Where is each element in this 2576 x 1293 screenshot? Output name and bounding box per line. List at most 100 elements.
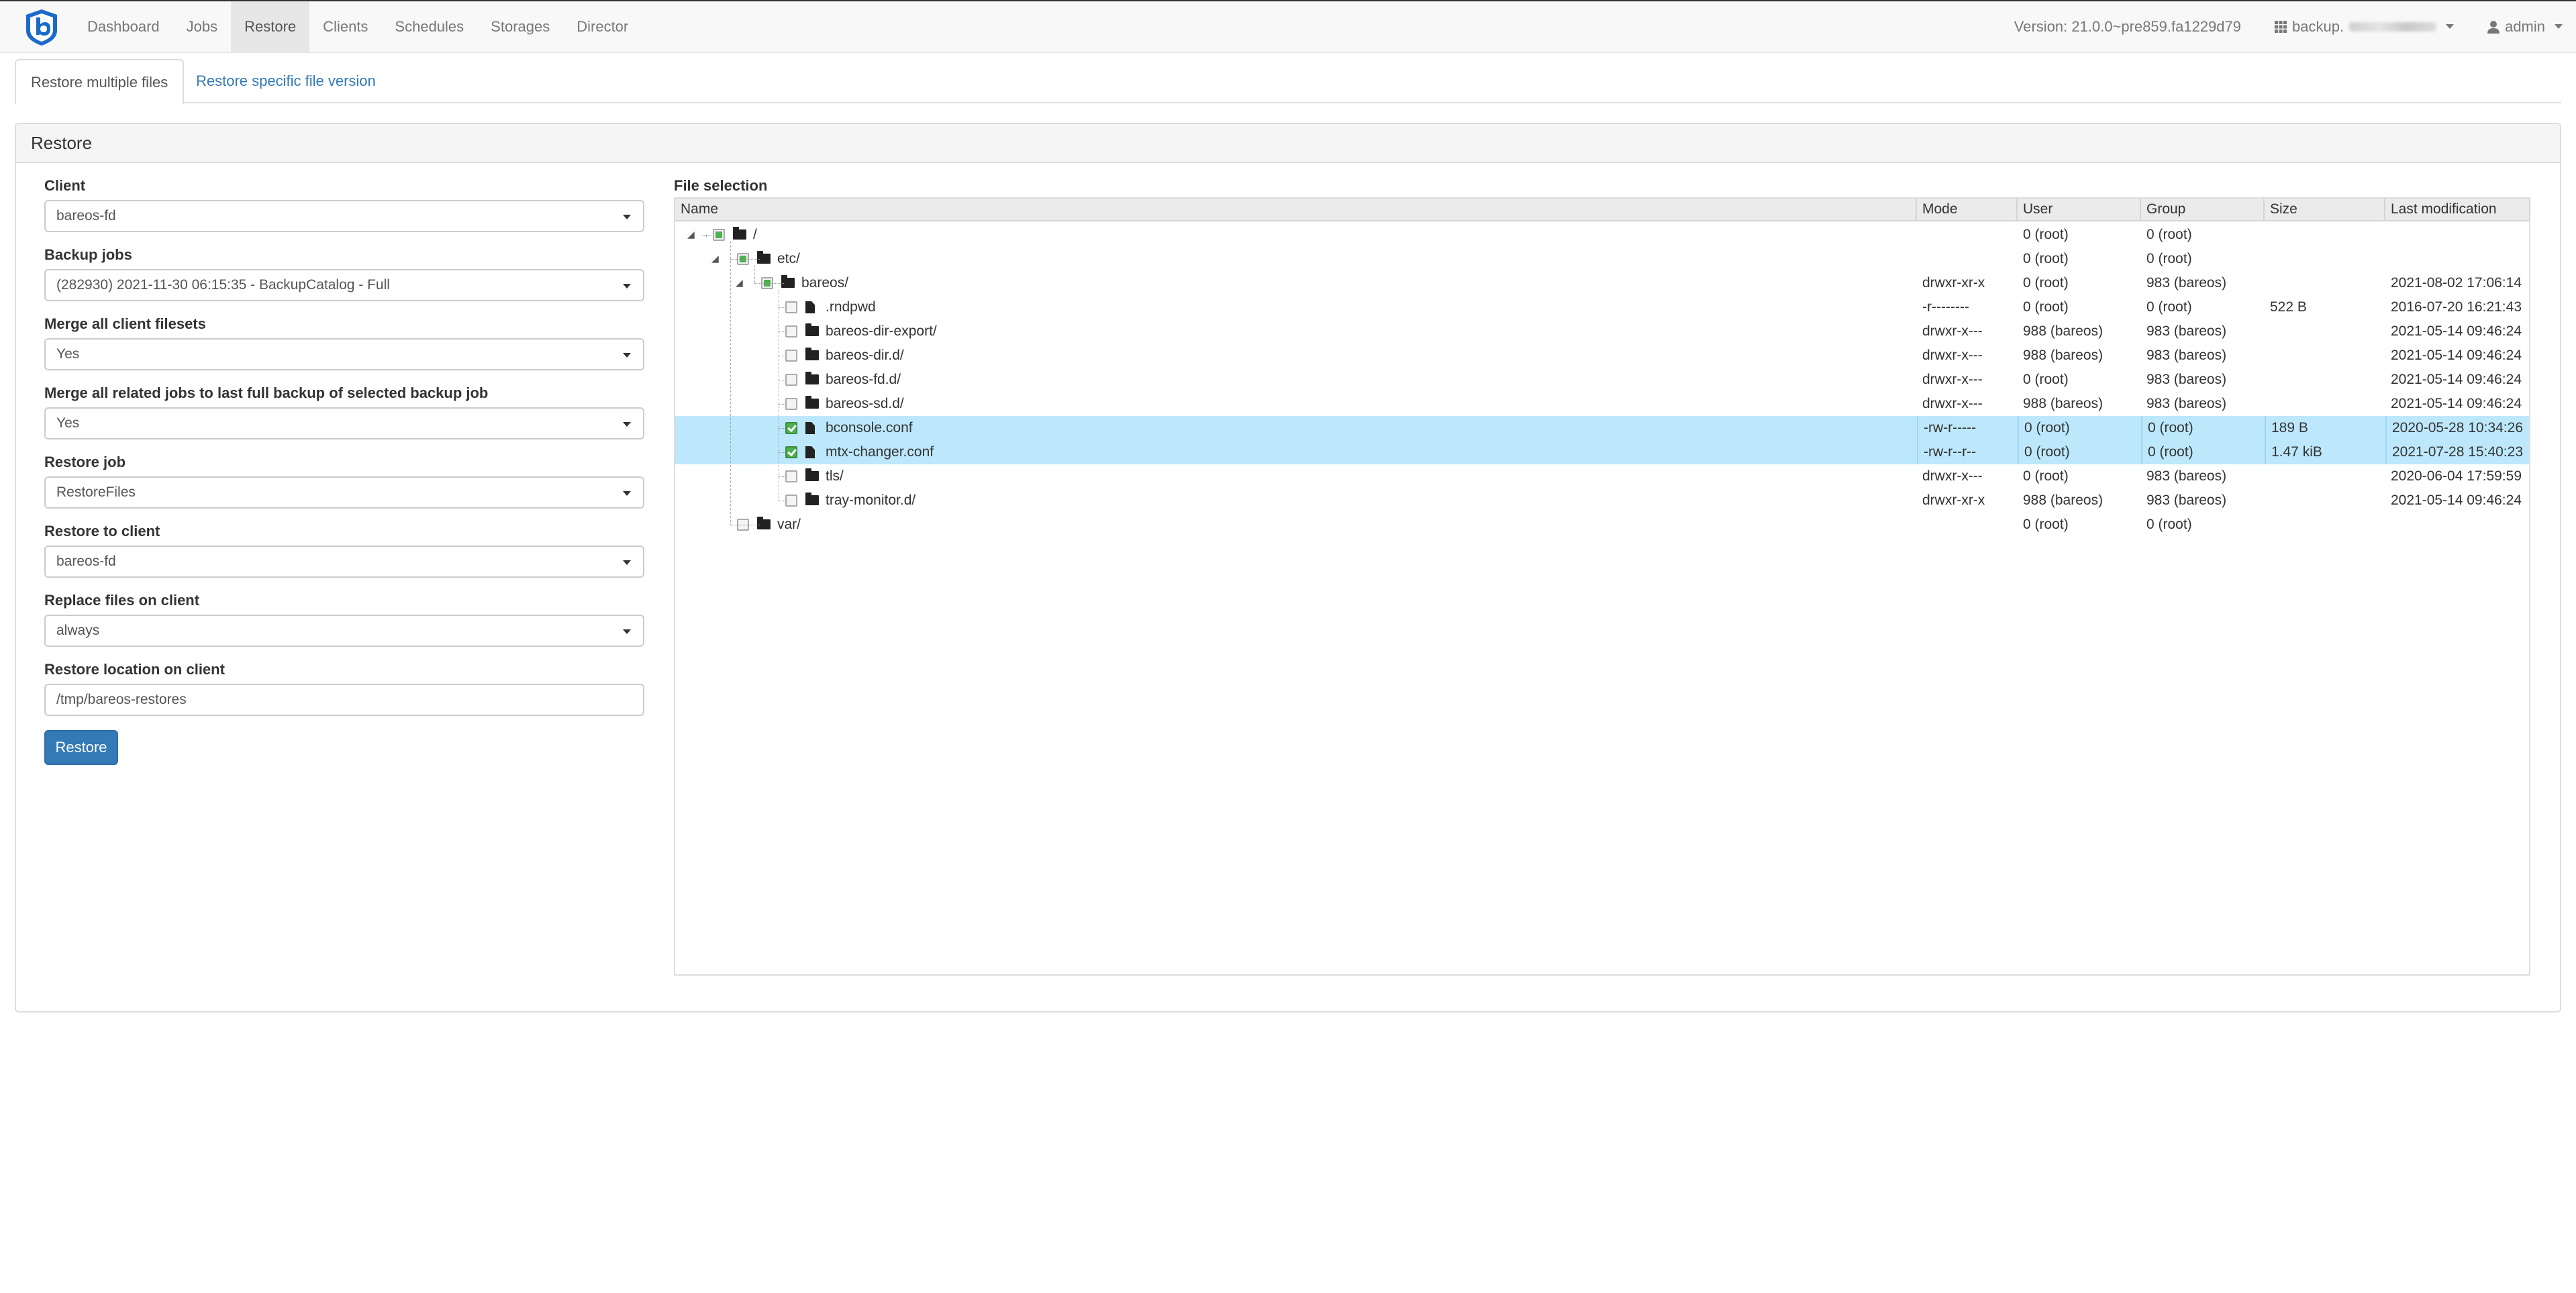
cell-user: 988 (bareos)	[2023, 396, 2103, 411]
tree-checkbox[interactable]	[713, 229, 725, 241]
director-dropdown[interactable]: backup.	[2275, 18, 2455, 36]
tree-row[interactable]: ◢ etc/0 (root) 0 (root)	[675, 247, 2529, 271]
tree-item-name[interactable]: bareos-dir-export/	[826, 319, 937, 344]
tree-item-name[interactable]: /	[753, 223, 757, 247]
column-header-size[interactable]: Size	[2265, 199, 2385, 220]
user-dropdown[interactable]: admin	[2487, 18, 2563, 36]
tree-item-name[interactable]: bareos-sd.d/	[826, 392, 904, 416]
tree-item-name[interactable]: bareos/	[801, 271, 848, 295]
tree-checkbox[interactable]	[785, 422, 797, 434]
replace-files-label: Replace files on client	[44, 592, 200, 609]
tree-checkbox[interactable]	[785, 470, 797, 482]
merge-jobs-label: Merge all related jobs to last full back…	[44, 384, 489, 401]
tree-row[interactable]: bconsole.conf -rw-r----- 0 (root) 0 (root) 1…	[675, 416, 2529, 440]
tree-checkbox[interactable]	[785, 325, 797, 338]
nav-director[interactable]: Director	[563, 1, 642, 52]
tree-row[interactable]: mtx-changer.conf -rw-r--r-- 0 (root) 0 (roo…	[675, 440, 2529, 464]
restore-job-value: RestoreFiles	[56, 484, 136, 500]
cell-size	[2265, 223, 2385, 247]
tree-toggle-icon[interactable]: ◢	[687, 229, 695, 239]
cell-mode: drwxr-x---	[1922, 396, 1983, 411]
tree-row[interactable]: bareos-dir-export/drwxr-x--- 988 (bareos)…	[675, 319, 2529, 344]
file-icon	[805, 301, 815, 313]
restore-job-select[interactable]: RestoreFiles	[44, 476, 644, 509]
tree-checkbox[interactable]	[785, 446, 797, 458]
cell-mtime: 2021-05-14 09:46:24	[2391, 396, 2522, 411]
tree-item-name[interactable]: var/	[777, 513, 801, 537]
caret-down-icon	[2446, 24, 2455, 29]
tree-connector	[730, 242, 731, 525]
cell-user: 0 (root)	[2023, 227, 2069, 242]
tree-item-name[interactable]: .rndpwd	[826, 295, 876, 319]
tree-item-name[interactable]: tray-monitor.d/	[826, 488, 915, 513]
tree-item-name[interactable]: bareos-dir.d/	[826, 344, 904, 368]
tree-item-name[interactable]: tls/	[826, 464, 844, 488]
restore-button[interactable]: Restore	[44, 730, 118, 765]
tree-row[interactable]: ◢ / 0 (root) 0 (root)	[675, 223, 2529, 247]
cell-mtime: 2020-06-04 17:59:59	[2391, 468, 2522, 484]
column-header-group[interactable]: Group	[2141, 199, 2265, 220]
redacted-hostname	[2349, 21, 2437, 32]
merge-jobs-select[interactable]: Yes	[44, 407, 644, 439]
client-select[interactable]: bareos-fd	[44, 200, 644, 232]
cell-mode: drwxr-xr-x	[1922, 493, 1985, 508]
nav-storages[interactable]: Storages	[477, 1, 563, 52]
tree-checkbox[interactable]	[785, 350, 797, 362]
cell-group: 0 (root)	[2146, 227, 2192, 242]
tree-row[interactable]: bareos-sd.d/drwxr-x--- 988 (bareos) 983 (b…	[675, 392, 2529, 416]
bareos-logo-icon[interactable]	[24, 8, 59, 47]
nav-jobs[interactable]: Jobs	[173, 1, 231, 52]
cell-user: 988 (bareos)	[2023, 323, 2103, 339]
file-selection-tree-grid: Name Mode User Group Size Last modification ◢…	[674, 197, 2530, 976]
caret-down-icon	[623, 422, 631, 427]
caret-down-icon	[623, 215, 631, 219]
backup-jobs-select[interactable]: (282930) 2021-11-30 06:15:35 - BackupCat…	[44, 269, 644, 301]
tree-connector	[730, 259, 760, 260]
tree-checkbox[interactable]	[785, 495, 797, 507]
tree-row[interactable]: .rndpwd -r-------- 0 (root) 0 (root) 522 B 20…	[675, 295, 2529, 319]
tree-item-name[interactable]: mtx-changer.conf	[826, 440, 934, 464]
cell-user: 988 (bareos)	[2023, 348, 2103, 363]
nav-dashboard[interactable]: Dashboard	[74, 1, 173, 52]
column-header-mtime[interactable]: Last modification	[2385, 199, 2530, 220]
merge-filesets-select[interactable]: Yes	[44, 338, 644, 370]
tree-row[interactable]: ◢ bareos/drwxr-xr-x 0 (root) 983 (bareos) 20…	[675, 271, 2529, 295]
restore-client-select[interactable]: bareos-fd	[44, 546, 644, 578]
nav-clients[interactable]: Clients	[309, 1, 381, 52]
folder-icon	[805, 493, 819, 505]
tab-restore-multiple-files[interactable]: Restore multiple files	[15, 59, 185, 105]
tree-row[interactable]: tray-monitor.d/drwxr-xr-x 988 (bareos) 983…	[675, 488, 2529, 513]
nav-restore[interactable]: Restore	[231, 1, 310, 52]
nav-schedules[interactable]: Schedules	[381, 1, 477, 52]
tree-item-name[interactable]: bareos-fd.d/	[826, 368, 901, 392]
replace-files-select[interactable]: always	[44, 615, 644, 647]
cell-size: 522 B	[2270, 299, 2307, 315]
tree-toggle-icon[interactable]: ◢	[711, 254, 719, 263]
tab-restore-specific-file-version[interactable]: Restore specific file version	[181, 59, 391, 103]
cell-size	[2265, 488, 2385, 513]
cell-mtime: 2021-07-28 15:40:23	[2385, 440, 2530, 464]
cell-size: 1.47 kiB	[2265, 440, 2385, 464]
tree-row[interactable]: bareos-fd.d/drwxr-x--- 0 (root) 983 (bareo…	[675, 368, 2529, 392]
restore-location-input[interactable]: /tmp/bareos-restores	[44, 684, 644, 716]
tree-row[interactable]: bareos-dir.d/drwxr-x--- 988 (bareos) 983 (…	[675, 344, 2529, 368]
column-header-name[interactable]: Name	[675, 199, 1917, 220]
tree-connector	[754, 266, 755, 283]
tree-checkbox[interactable]	[785, 301, 797, 313]
restore-location-label: Restore location on client	[44, 661, 225, 678]
file-icon	[805, 422, 815, 434]
merge-filesets-value: Yes	[56, 346, 80, 362]
cell-mtime	[2385, 513, 2530, 537]
tree-toggle-icon[interactable]: ◢	[736, 278, 743, 287]
tree-row[interactable]: var/0 (root) 0 (root)	[675, 513, 2529, 537]
column-header-user[interactable]: User	[2018, 199, 2141, 220]
file-selection-title: File selection	[674, 177, 768, 194]
cell-user: 0 (root)	[2023, 468, 2069, 484]
column-header-mode[interactable]: Mode	[1917, 199, 2018, 220]
tree-item-name[interactable]: etc/	[777, 247, 800, 271]
tree-row[interactable]: tls/drwxr-x--- 0 (root) 983 (bareos) 2020-0…	[675, 464, 2529, 488]
tree-checkbox[interactable]	[785, 374, 797, 386]
tree-checkbox[interactable]	[785, 398, 797, 410]
tree-toggle-icon[interactable]	[711, 521, 718, 527]
tree-item-name[interactable]: bconsole.conf	[826, 416, 913, 440]
